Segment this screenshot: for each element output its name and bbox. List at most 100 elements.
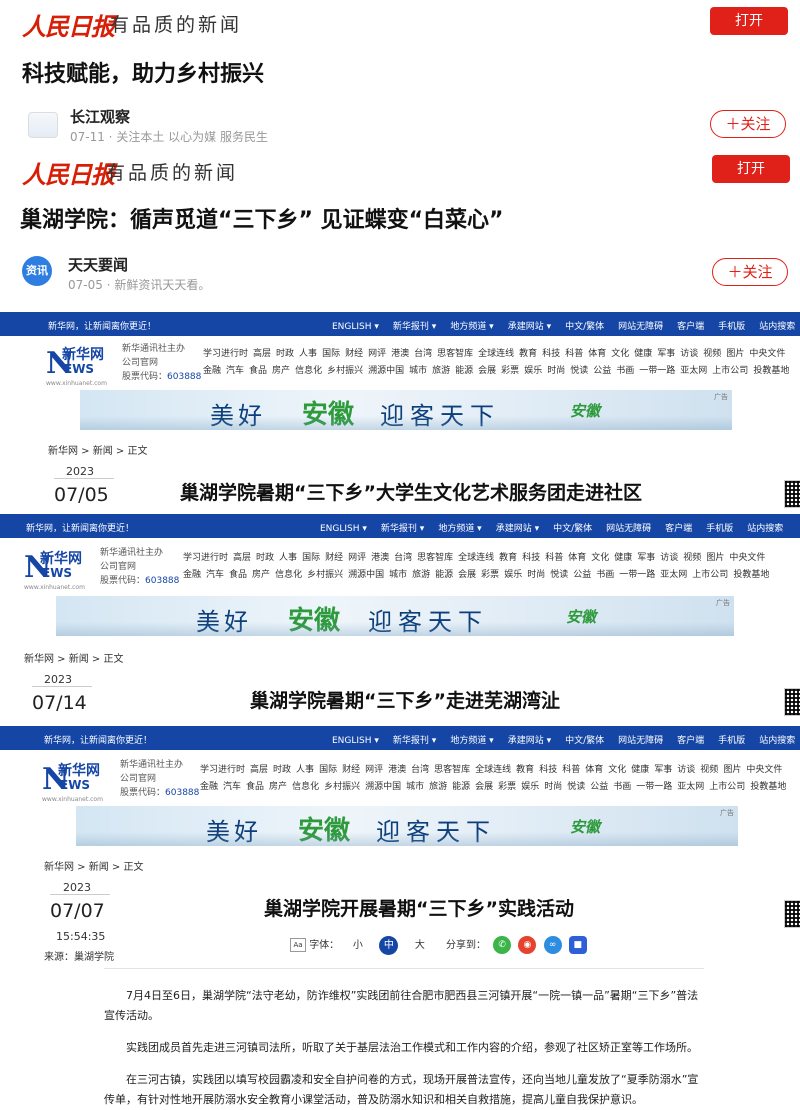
channel-link[interactable]: 学习进行时 [200,765,245,775]
channel-link[interactable]: 健康 [614,553,632,563]
channel-link[interactable]: 溯源中国 [365,782,401,792]
channel-link[interactable]: 科技 [542,349,560,359]
channel-link[interactable]: 财经 [345,349,363,359]
channel-link[interactable]: 城市 [409,366,427,376]
channel-link[interactable]: 食品 [249,366,267,376]
channel-link[interactable]: 亚太网 [660,570,687,580]
channel-link[interactable]: 科普 [562,765,580,775]
channel-link[interactable]: 中央文件 [729,553,765,563]
channel-link[interactable]: 娱乐 [524,366,542,376]
channel-link[interactable]: 学习进行时 [183,553,228,563]
breadcrumb[interactable]: 新华网 > 新闻 > 正文 [44,858,143,873]
nav-search[interactable]: 站内搜索 [759,322,795,332]
channel-link[interactable]: 彩票 [501,366,519,376]
channel-link[interactable]: 学习进行时 [203,349,248,359]
nav-newspapers[interactable]: 新华报刊 ▾ [393,322,436,332]
channel-link[interactable]: 上市公司 [709,782,745,792]
channel-link[interactable]: 人事 [296,765,314,775]
nav-local[interactable]: 地方频道 ▾ [450,736,493,746]
qzone-icon[interactable]: ■ [568,936,587,954]
channel-link[interactable]: 教育 [516,765,534,775]
nav-sites[interactable]: 承建网站 ▾ [508,736,551,746]
channel-link[interactable]: 金融 [183,570,201,580]
channel-link[interactable]: 科普 [565,349,583,359]
channel-link[interactable]: 时政 [273,765,291,775]
channel-link[interactable]: 时尚 [547,366,565,376]
channel-link[interactable]: 教育 [499,553,517,563]
channel-link[interactable]: 一带一路 [639,366,675,376]
breadcrumb[interactable]: 新华网 > 新闻 > 正文 [48,442,147,457]
site-link[interactable]: 公司官网 [100,560,179,574]
channel-link[interactable]: 时政 [276,349,294,359]
author-name[interactable]: 长江观察 [70,106,130,127]
channel-link[interactable]: 全球连线 [475,765,511,775]
channel-link[interactable]: 人事 [299,349,317,359]
channel-link[interactable]: 书画 [613,782,631,792]
nav-english[interactable]: ENGLISH ▾ [320,524,367,534]
nav-search[interactable]: 站内搜索 [747,524,783,534]
ad-banner[interactable]: 美好 安徽 迎客天下 安徽 广告 [76,806,738,846]
xinhua-logo[interactable]: N 新华网 EWS www.xinhuanet.com [42,756,116,803]
channel-link[interactable]: 城市 [406,782,424,792]
channel-link[interactable]: 视频 [683,553,701,563]
channel-link[interactable]: 旅游 [429,782,447,792]
open-app-button[interactable]: 打开 [710,7,788,35]
nav-client[interactable]: 客户端 [677,322,704,332]
nav-sites[interactable]: 承建网站 ▾ [496,524,539,534]
channel-link[interactable]: 乡村振兴 [307,570,343,580]
channel-link[interactable]: 文化 [608,765,626,775]
nav-search[interactable]: 站内搜索 [759,736,795,746]
channel-link[interactable]: 公益 [590,782,608,792]
channel-link[interactable]: 一带一路 [619,570,655,580]
channel-link[interactable]: 视频 [703,349,721,359]
channel-link[interactable]: 访谈 [660,553,678,563]
xinhua-logo[interactable]: N 新华网 EWS www.xinhuanet.com [24,544,98,591]
channel-link[interactable]: 信息化 [292,782,319,792]
ad-banner[interactable]: 美好 安徽 迎客天下 安徽 广告 [80,390,732,430]
channel-link[interactable]: 文化 [611,349,629,359]
channel-link[interactable]: 网评 [365,765,383,775]
channel-link[interactable]: 中央文件 [746,765,782,775]
nav-lang[interactable]: 中文/繁体 [565,736,604,746]
channel-link[interactable]: 网评 [348,553,366,563]
nav-local[interactable]: 地方频道 ▾ [450,322,493,332]
channel-link[interactable]: 体育 [585,765,603,775]
channel-link[interactable]: 国际 [319,765,337,775]
channel-link[interactable]: 会展 [458,570,476,580]
channel-link[interactable]: 港澳 [388,765,406,775]
font-large-button[interactable]: 大 [410,936,429,955]
channel-link[interactable]: 房产 [269,782,287,792]
channel-link[interactable]: 军事 [657,349,675,359]
channel-link[interactable]: 财经 [342,765,360,775]
channel-link[interactable]: 健康 [631,765,649,775]
channel-link[interactable]: 房产 [272,366,290,376]
qr-code-icon[interactable] [784,688,800,716]
channel-link[interactable]: 思客智库 [417,553,453,563]
site-link[interactable]: 公司官网 [120,772,199,786]
channel-link[interactable]: 汽车 [226,366,244,376]
channel-link[interactable]: 公益 [573,570,591,580]
channel-link[interactable]: 信息化 [275,570,302,580]
channel-link[interactable]: 悦读 [570,366,588,376]
nav-client[interactable]: 客户端 [665,524,692,534]
channel-link[interactable]: 图片 [726,349,744,359]
channel-link[interactable]: 房产 [252,570,270,580]
channel-link[interactable]: 汽车 [206,570,224,580]
channel-link[interactable]: 旅游 [412,570,430,580]
wechat-icon[interactable]: ✆ [493,936,512,954]
channel-link[interactable]: 国际 [322,349,340,359]
channel-link[interactable]: 人事 [279,553,297,563]
channel-link[interactable]: 亚太网 [677,782,704,792]
channel-link[interactable]: 书画 [616,366,634,376]
site-link[interactable]: 公司官网 [122,356,201,370]
article-title[interactable]: 巢湖学院：循声觅道“三下乡” 见证蝶变“白菜心” [20,202,504,234]
qr-code-icon[interactable] [784,480,800,508]
channel-link[interactable]: 健康 [634,349,652,359]
channel-link[interactable]: 高层 [233,553,251,563]
channel-link[interactable]: 教育 [519,349,537,359]
channel-link[interactable]: 访谈 [680,349,698,359]
channel-link[interactable]: 国际 [302,553,320,563]
channel-link[interactable]: 会展 [478,366,496,376]
channel-link[interactable]: 思客智库 [437,349,473,359]
nav-mobile[interactable]: 手机版 [718,322,745,332]
